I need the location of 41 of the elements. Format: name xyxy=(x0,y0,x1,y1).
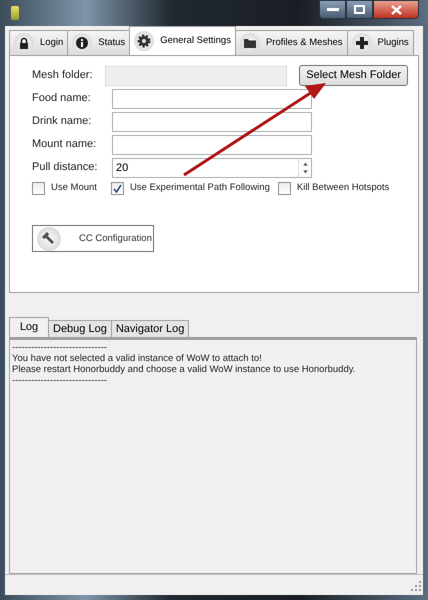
resize-grip-icon[interactable] xyxy=(411,581,421,591)
log-line: ------------------------------ xyxy=(12,375,108,386)
info-icon xyxy=(72,33,92,53)
folder-icon xyxy=(240,33,260,53)
field-label: Food name: xyxy=(32,91,92,106)
gear-icon xyxy=(134,31,154,51)
number-field[interactable]: 20 xyxy=(112,158,312,178)
checkbox[interactable] xyxy=(32,182,45,195)
checkbox[interactable] xyxy=(110,182,124,195)
cc-configuration-button[interactable]: CC Configuration xyxy=(32,225,154,252)
text-field[interactable] xyxy=(112,134,312,154)
field-label: Mount name: xyxy=(32,137,98,152)
checkbox-label: Kill Between Hotspots xyxy=(296,181,390,195)
tab[interactable]: Status xyxy=(67,30,130,55)
minimize-button[interactable] xyxy=(319,0,346,19)
field-label: Drink name: xyxy=(32,114,92,130)
log-line: Please restart Honorbuddy and choose a valid WoW instance to use Honorbuddy. xyxy=(12,364,356,375)
field-label: Mesh folder: xyxy=(32,68,94,84)
checkbox-label: Use Experimental Path Following xyxy=(130,181,270,195)
tab[interactable]: Navigator Log xyxy=(110,320,190,337)
text-field[interactable] xyxy=(112,88,312,108)
lock-icon xyxy=(14,33,34,53)
tab[interactable]: General Settings xyxy=(129,26,236,55)
plus-icon xyxy=(352,33,372,53)
tab[interactable]: Profiles & Meshes xyxy=(234,30,348,55)
app-icon xyxy=(11,6,19,20)
log-line: You have not selected a valid instance of WoW to attach to! xyxy=(12,353,263,364)
tab[interactable]: Plugins xyxy=(346,30,414,55)
checkbox[interactable] xyxy=(278,182,291,195)
tab[interactable]: Login xyxy=(9,30,68,55)
tab[interactable]: Debug Log xyxy=(48,320,112,337)
close-icon xyxy=(390,4,402,14)
close-button[interactable] xyxy=(373,0,419,19)
minimize-icon xyxy=(326,8,338,12)
field-label: Pull distance: xyxy=(32,160,98,176)
text-field[interactable] xyxy=(112,112,312,132)
maximize-button[interactable] xyxy=(346,0,373,19)
checkbox-label: Use Mount xyxy=(51,181,97,195)
maximize-icon xyxy=(354,5,365,14)
log-line: ------------------------------ xyxy=(12,342,108,353)
tab[interactable]: Log xyxy=(9,317,49,337)
